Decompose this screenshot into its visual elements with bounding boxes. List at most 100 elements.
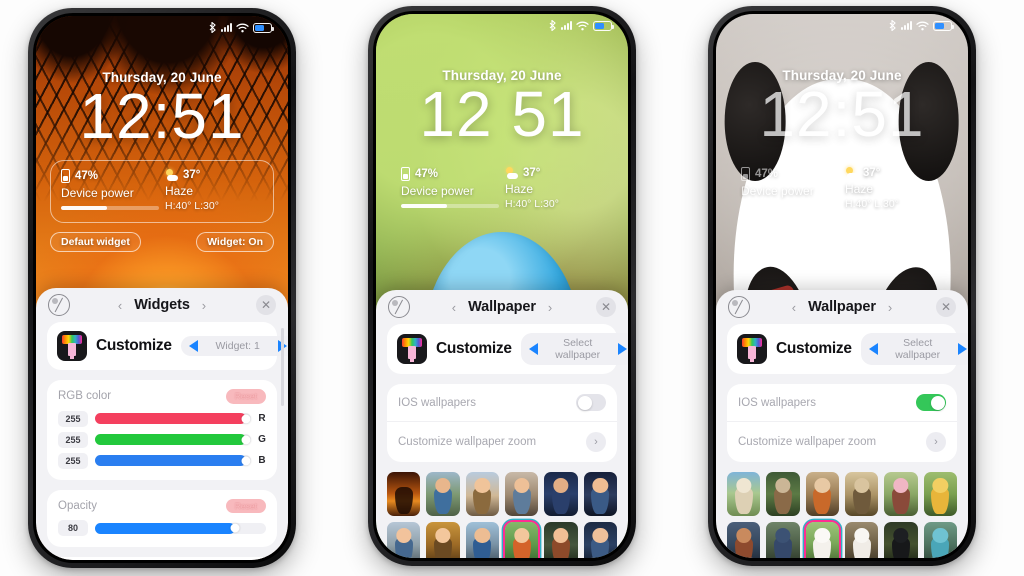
- wallpaper-stepper[interactable]: Select wallpaper: [520, 333, 628, 366]
- opacity-reset-button[interactable]: Reset: [225, 498, 266, 513]
- panel-body[interactable]: Customize Select wallpaper IOS wallpaper…: [376, 324, 628, 558]
- triangle-right-icon[interactable]: [617, 343, 627, 356]
- wallpaper-thumb[interactable]: [766, 522, 800, 558]
- wallpaper-thumb[interactable]: [583, 472, 617, 517]
- customize-app-card[interactable]: Customize Select wallpaper: [387, 324, 628, 375]
- wallpaper-thumb[interactable]: [727, 472, 761, 517]
- wallpaper-thumb[interactable]: [544, 522, 578, 558]
- wallpaper-thumbnail-grid[interactable]: [387, 472, 617, 558]
- slider-row-g[interactable]: 255 G: [58, 431, 266, 448]
- device-power-widget[interactable]: 47% Device power: [401, 167, 499, 210]
- slider-row-b[interactable]: 255 B: [58, 452, 266, 469]
- wallpaper-thumb[interactable]: [504, 472, 539, 517]
- close-icon[interactable]: ✕: [596, 297, 616, 317]
- device-power-widget[interactable]: 47% Device power: [61, 169, 159, 212]
- wallpaper-thumb[interactable]: [465, 472, 499, 517]
- lockscreen-widget-card[interactable]: 47% Device power 37° Haze H:40° L:30°: [730, 158, 954, 221]
- wallpaper-thumb[interactable]: [844, 522, 879, 558]
- wallpaper-thumb[interactable]: [544, 472, 578, 517]
- widget-on-pill[interactable]: Widget: On: [196, 232, 274, 253]
- wallpaper-thumb[interactable]: [884, 522, 918, 558]
- wallpaper-thumb[interactable]: [426, 522, 460, 558]
- weather-widget[interactable]: 37° Haze H:40° L:30°: [845, 167, 943, 210]
- triangle-left-icon[interactable]: [868, 343, 878, 356]
- battery-icon: [593, 20, 614, 31]
- customize-app-card[interactable]: Customize Select wallpaper: [727, 324, 968, 375]
- scrollbar[interactable]: [281, 328, 284, 406]
- slider-track-r[interactable]: [95, 413, 251, 424]
- opacity-card: Opacity Reset 80: [47, 489, 277, 547]
- battery-progress-bar: [61, 206, 159, 211]
- wallpaper-thumb[interactable]: [387, 522, 421, 558]
- row-ios-wallpapers[interactable]: IOS wallpapers: [387, 384, 617, 421]
- cellular-signal-icon: [561, 21, 572, 30]
- battery-progress-bar: [741, 204, 839, 209]
- chevron-left-icon[interactable]: ‹: [792, 300, 796, 315]
- lockscreen-widget-card[interactable]: 47% Device power 37° Haze H:40° L:30°: [50, 160, 274, 224]
- rgb-color-card: RGB color Reset 255 R 255 G 255 B: [47, 380, 277, 480]
- theme-settings-icon[interactable]: [388, 296, 410, 318]
- chevron-right-icon[interactable]: ›: [888, 300, 892, 315]
- close-icon[interactable]: ✕: [936, 297, 956, 317]
- customize-app-card[interactable]: Customize Widget: 1: [47, 322, 288, 370]
- wallpaper-thumb[interactable]: [727, 522, 761, 558]
- wallpaper-thumb[interactable]: [884, 472, 918, 517]
- customize-zoom-label: Customize wallpaper zoom: [398, 436, 537, 449]
- theme-settings-icon[interactable]: [48, 294, 70, 316]
- chevron-left-icon[interactable]: ‹: [118, 298, 122, 313]
- row-customize-zoom[interactable]: Customize wallpaper zoom ›: [727, 421, 957, 462]
- wallpaper-thumb-selected[interactable]: [805, 522, 839, 558]
- default-widget-pill[interactable]: Defaut widget: [50, 232, 141, 253]
- theme-settings-icon[interactable]: [728, 296, 750, 318]
- wallpaper-thumb[interactable]: [844, 472, 879, 517]
- slider-row-opacity[interactable]: 80: [58, 520, 266, 536]
- ios-wallpapers-toggle[interactable]: [916, 394, 946, 412]
- slider-row-r[interactable]: 255 R: [58, 410, 266, 427]
- lockscreen-widget-card[interactable]: 47% Device power 37° Haze H:40° L:30°: [390, 158, 614, 221]
- triangle-left-icon[interactable]: [188, 340, 198, 352]
- wallpaper-panel: ‹ Wallpaper › ✕ Customize Select wallpap…: [376, 290, 628, 558]
- slider-track-b[interactable]: [95, 455, 251, 466]
- panel-body[interactable]: Customize Widget: 1 RGB color Reset 255 …: [36, 322, 288, 560]
- device-power-widget[interactable]: 47% Device power: [741, 167, 839, 210]
- customize-app-name: Customize: [776, 340, 852, 358]
- weather-widget[interactable]: 37° Haze H:40° L:30°: [505, 167, 603, 210]
- row-customize-zoom[interactable]: Customize wallpaper zoom ›: [387, 421, 617, 462]
- opacity-card-title: Opacity: [58, 499, 97, 512]
- widget-stepper[interactable]: Widget: 1: [180, 335, 288, 357]
- rgb-reset-button[interactable]: Reset: [225, 389, 266, 404]
- chevron-right-icon[interactable]: ›: [202, 298, 206, 313]
- slider-track-g[interactable]: [95, 434, 251, 445]
- wallpaper-thumb[interactable]: [923, 472, 957, 517]
- wallpaper-thumb[interactable]: [805, 472, 839, 517]
- slider-track-opacity[interactable]: [95, 522, 266, 534]
- wallpaper-thumb[interactable]: [387, 472, 421, 517]
- chevron-left-icon[interactable]: ‹: [452, 300, 456, 315]
- panel-title: Wallpaper: [808, 299, 876, 315]
- ios-wallpapers-toggle[interactable]: [576, 394, 606, 412]
- rgb-card-title: RGB color: [58, 390, 112, 403]
- triangle-right-icon[interactable]: [957, 343, 967, 356]
- chevron-right-icon[interactable]: ›: [548, 300, 552, 315]
- panel-header: ‹ Widgets › ✕: [36, 288, 288, 322]
- chevron-right-icon[interactable]: ›: [586, 432, 606, 453]
- weather-widget[interactable]: 37° Haze H:40° L:30°: [165, 169, 263, 212]
- weather-high-low: H:40° L:30°: [165, 200, 219, 213]
- wallpaper-thumb[interactable]: [426, 472, 460, 517]
- lockscreen-time: 12:51: [79, 80, 245, 152]
- widget-stepper-value: Widget: 1: [215, 339, 260, 352]
- close-icon[interactable]: ✕: [256, 295, 276, 315]
- wallpaper-thumb[interactable]: [923, 522, 957, 558]
- chevron-right-icon[interactable]: ›: [926, 432, 946, 453]
- wallpaper-thumb-selected[interactable]: [504, 522, 539, 558]
- wallpaper-stepper[interactable]: Select wallpaper: [860, 333, 968, 366]
- wallpaper-thumbnail-grid[interactable]: [727, 472, 957, 558]
- triangle-left-icon[interactable]: [528, 343, 538, 356]
- lockscreen-time: 12 51: [419, 78, 585, 150]
- wallpaper-thumb[interactable]: [465, 522, 499, 558]
- panel-body[interactable]: Customize Select wallpaper IOS wallpaper…: [716, 324, 968, 558]
- row-ios-wallpapers[interactable]: IOS wallpapers: [727, 384, 957, 421]
- customize-app-icon: [57, 331, 87, 361]
- wallpaper-thumb[interactable]: [766, 472, 800, 517]
- wallpaper-thumb[interactable]: [583, 522, 617, 558]
